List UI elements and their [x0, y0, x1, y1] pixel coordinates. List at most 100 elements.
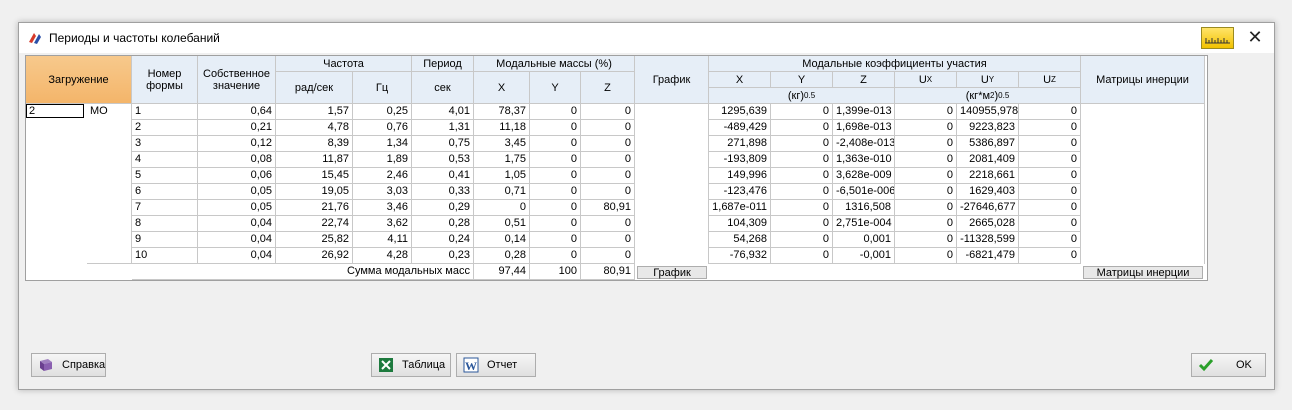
- table-cell: 0: [530, 248, 581, 264]
- sum-mass-y: 100: [530, 264, 581, 280]
- table-cell: 9223,823: [957, 120, 1019, 136]
- table-cell: 0: [1019, 152, 1081, 168]
- table-cell: 3,45: [474, 136, 530, 152]
- table-cell: 0,06: [198, 168, 276, 184]
- table-cell: 0: [581, 104, 635, 120]
- header-coef-x[interactable]: X: [709, 72, 771, 88]
- table-cell: 0: [581, 168, 635, 184]
- ruler-icon[interactable]: [1201, 27, 1234, 49]
- table-cell: 2218,661: [957, 168, 1019, 184]
- header-hz[interactable]: Гц: [353, 72, 412, 104]
- table-cell: [1081, 104, 1205, 120]
- header-mass-x[interactable]: X: [474, 72, 530, 104]
- table-cell: 5: [132, 168, 198, 184]
- header-rad-sec[interactable]: рад/сек: [276, 72, 353, 104]
- table-cell: 0: [1019, 104, 1081, 120]
- table-cell: 0,28: [412, 216, 474, 232]
- header-mode-number-line2: формы: [146, 79, 183, 92]
- graph-button[interactable]: График: [637, 266, 707, 279]
- results-table: Загружение Номер формы Собственное значе…: [25, 55, 1208, 281]
- dialog-window: Периоды и частоты колебаний ✕ Загружение…: [18, 22, 1275, 390]
- header-sec[interactable]: сек: [412, 72, 474, 104]
- table-cell: 0: [530, 184, 581, 200]
- table-cell: 22,74: [276, 216, 353, 232]
- table-cell: 3: [132, 136, 198, 152]
- header-coef-z[interactable]: Z: [833, 72, 895, 88]
- report-button[interactable]: W Отчет: [456, 353, 536, 377]
- table-button[interactable]: Таблица: [371, 353, 451, 377]
- table-cell: -123,476: [709, 184, 771, 200]
- table-cell: 19,05: [276, 184, 353, 200]
- table-cell: 0: [581, 152, 635, 168]
- table-cell: 4,11: [353, 232, 412, 248]
- excel-icon: [378, 357, 394, 373]
- table-cell: 0,33: [412, 184, 474, 200]
- table-cell: 3,03: [353, 184, 412, 200]
- table-cell: 0: [530, 216, 581, 232]
- table-cell: 1295,639: [709, 104, 771, 120]
- header-coef-ux[interactable]: UX: [895, 72, 957, 88]
- header-graph[interactable]: График: [635, 56, 709, 104]
- header-mass-y[interactable]: Y: [530, 72, 581, 104]
- table-cell: 80,91: [581, 200, 635, 216]
- table-cell: 0,76: [353, 120, 412, 136]
- table-cell: 4,01: [412, 104, 474, 120]
- help-button[interactable]: Справка: [31, 353, 106, 377]
- table-cell: 8: [132, 216, 198, 232]
- app-icon: [27, 30, 43, 46]
- table-cell: -0,001: [833, 248, 895, 264]
- table-cell: 0,28: [474, 248, 530, 264]
- header-coef-uz[interactable]: UZ: [1019, 72, 1081, 88]
- inertia-matrices-button[interactable]: Матрицы инерции: [1083, 266, 1203, 279]
- table-cell: 0,08: [198, 152, 276, 168]
- ok-button-label: OK: [1236, 359, 1252, 371]
- table-button-label: Таблица: [402, 359, 446, 371]
- table-cell: 1629,403: [957, 184, 1019, 200]
- table-cell: 0: [895, 168, 957, 184]
- table-cell: 0: [581, 136, 635, 152]
- table-cell: 0: [771, 232, 833, 248]
- table-cell: 0: [771, 104, 833, 120]
- table-cell: 0: [530, 152, 581, 168]
- loading-id-cell[interactable]: 2: [26, 104, 87, 264]
- table-cell: 0: [895, 184, 957, 200]
- title-bar: Периоды и частоты колебаний ✕: [19, 23, 1274, 53]
- table-cell: 3,46: [353, 200, 412, 216]
- header-inertia-matrices[interactable]: Матрицы инерции: [1081, 56, 1205, 104]
- table-cell: 1,363e-010: [833, 152, 895, 168]
- header-unit-kg: (кг) 0.5: [709, 88, 895, 104]
- table-cell: 0: [1019, 216, 1081, 232]
- table-cell: 0: [530, 200, 581, 216]
- table-cell: [635, 120, 709, 136]
- table-cell: 1316,508: [833, 200, 895, 216]
- table-cell: [1081, 120, 1205, 136]
- table-cell: 0: [581, 232, 635, 248]
- header-eigenvalue-line2: значение: [212, 79, 261, 92]
- header-mass-z[interactable]: Z: [581, 72, 635, 104]
- header-eigenvalue[interactable]: Собственное значение: [198, 56, 276, 104]
- table-cell: 9: [132, 232, 198, 248]
- table-cell: [635, 248, 709, 264]
- ok-button[interactable]: OK: [1191, 353, 1266, 377]
- header-coef-uy[interactable]: UY: [957, 72, 1019, 88]
- table-cell: 4: [132, 152, 198, 168]
- table-cell: [635, 136, 709, 152]
- close-icon[interactable]: ✕: [1243, 26, 1267, 50]
- table-cell: 0,24: [412, 232, 474, 248]
- table-cell: 2: [132, 120, 198, 136]
- table-cell: 8,39: [276, 136, 353, 152]
- table-cell: 0: [530, 232, 581, 248]
- table-cell: 2,751e-004: [833, 216, 895, 232]
- table-cell: 0,25: [353, 104, 412, 120]
- loading-id-input[interactable]: 2: [26, 104, 84, 118]
- header-coef-y[interactable]: Y: [771, 72, 833, 88]
- table-cell: 0: [771, 216, 833, 232]
- header-loading[interactable]: Загружение: [26, 56, 132, 104]
- table-cell: [635, 216, 709, 232]
- table-cell: 0: [895, 248, 957, 264]
- table-cell: -489,429: [709, 120, 771, 136]
- table-cell: 0,71: [474, 184, 530, 200]
- table-cell: 3,628e-009: [833, 168, 895, 184]
- header-mode-number[interactable]: Номер формы: [132, 56, 198, 104]
- table-cell: 0: [1019, 184, 1081, 200]
